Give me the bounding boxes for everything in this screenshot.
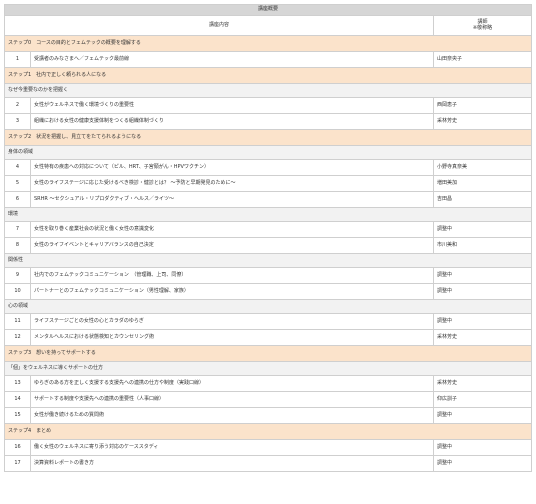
lecture-row: 16 働く女性のウェルネスに寄り添う対応のケーススタディ 調整中 bbox=[4, 439, 533, 456]
lecture-row: 4 女性特有の疾患への対応について（ピル、HRT、子宮頸がん・HPVワクチン） 小野… bbox=[4, 159, 533, 176]
lecture-row: 9 社内でのフェムテックコミュニケーション （管理職、上司、同僚） 調整中 bbox=[4, 267, 533, 284]
lecture-number: 10 bbox=[4, 283, 31, 300]
lecture-row: 12 メンタルヘルスにおける状態検知とカウンセリング術 采林芳史 bbox=[4, 329, 533, 346]
lecture-number: 11 bbox=[4, 313, 31, 330]
lecture-number: 9 bbox=[4, 267, 31, 284]
section-heading: 環境 bbox=[4, 207, 532, 222]
lecture-lecturer: 調整中 bbox=[432, 283, 533, 300]
lecture-lecturer: 吉田昌 bbox=[432, 191, 533, 208]
step-heading: ステップ4 まとめ bbox=[4, 423, 532, 440]
lecture-content: サポートする制度や支援先への連携の重要性（人事口線） bbox=[30, 391, 434, 408]
course-overview: 講座概要 講座内容 講師 ※敬称略 ステップ0 コースの目的とフェムテックの概要… bbox=[4, 4, 533, 472]
lecture-number: 5 bbox=[4, 175, 31, 192]
lecture-number: 15 bbox=[4, 407, 31, 424]
section-row: 関係性 bbox=[4, 253, 532, 268]
lecture-row: 8 女性のライフイベントとキャリアバランスの自己決定 市川美和 bbox=[4, 237, 533, 254]
lecture-content: 働く女性のウェルネスに寄り添う対応のケーススタディ bbox=[30, 439, 434, 456]
lecture-row: 10 パートナーとのフェムテックコミュニケーション（男性理解、家族） 調整中 bbox=[4, 283, 533, 300]
lecture-content: メンタルヘルスにおける状態検知とカウンセリング術 bbox=[30, 329, 434, 346]
lecture-lecturer: 調整中 bbox=[432, 439, 533, 456]
lecture-row: 17 決算資料レポートの書き方 調整中 bbox=[4, 455, 533, 472]
lecture-lecturer: 市川美和 bbox=[432, 237, 533, 254]
lecture-row: 13 ゆらぎのある方を正しく支援する支援先への連携の仕方や制度（実践口線） 采林芳史 bbox=[4, 375, 533, 392]
lecture-content: 決算資料レポートの書き方 bbox=[30, 455, 434, 472]
lecture-lecturer: 采林芳史 bbox=[432, 329, 533, 346]
section-heading: 身体の領域 bbox=[4, 145, 532, 160]
lecture-lecturer: 采林芳史 bbox=[432, 375, 533, 392]
lecture-row: 14 サポートする制度や支援先への連携の重要性（人事口線） 仰広訓子 bbox=[4, 391, 533, 408]
lecture-number: 13 bbox=[4, 375, 31, 392]
lecture-number: 1 bbox=[4, 51, 31, 68]
section-row: 環境 bbox=[4, 207, 532, 222]
lecturer-header-note: ※敬称略 bbox=[472, 24, 493, 31]
section-heading: 「個」をウェルネスに導くサポートの仕方 bbox=[4, 361, 532, 376]
lecture-row: 3 組織における女性の健康支援体制をつくる組織体制づくり 采林芳史 bbox=[4, 113, 533, 130]
lecture-row: 7 女性を取り巻く産業社会の状況と働く女性の意識変化 調整中 bbox=[4, 221, 533, 238]
lecture-number: 3 bbox=[4, 113, 31, 130]
lecture-row: 15 女性が働き続けるための質問術 調整中 bbox=[4, 407, 533, 424]
table-body: ステップ0 コースの目的とフェムテックの概要を理解する 1 受講者のみなさまへ／フェ… bbox=[4, 35, 533, 472]
lecture-row: 1 受講者のみなさまへ／フェムテック最前線 山田奈央子 bbox=[4, 51, 533, 68]
lecture-content: ライフステージごとの女性の心とカラダのゆらぎ bbox=[30, 313, 434, 330]
lecture-lecturer: 調整中 bbox=[432, 313, 533, 330]
step-heading: ステップ3 想いを持ってサポートする bbox=[4, 345, 532, 362]
table-title: 講座概要 bbox=[4, 4, 532, 16]
column-header-content: 講座内容 bbox=[4, 15, 434, 36]
lecture-number: 12 bbox=[4, 329, 31, 346]
course-table: 講座概要 講座内容 講師 ※敬称略 ステップ0 コースの目的とフェムテックの概要… bbox=[4, 4, 533, 472]
step-heading: ステップ2 状況を把握し、見立てをたてられるようになる bbox=[4, 129, 532, 146]
lecture-lecturer: 西岡恵子 bbox=[432, 97, 533, 114]
step-row: ステップ4 まとめ bbox=[4, 423, 532, 440]
lecture-lecturer: 調整中 bbox=[432, 455, 533, 472]
lecture-content: 女性のライフイベントとキャリアバランスの自己決定 bbox=[30, 237, 434, 254]
lecture-lecturer: 増田美加 bbox=[432, 175, 533, 192]
step-row: ステップ1 社内で正しく頼られる人になる bbox=[4, 67, 532, 84]
lecture-content: パートナーとのフェムテックコミュニケーション（男性理解、家族） bbox=[30, 283, 434, 300]
lecture-number: 16 bbox=[4, 439, 31, 456]
column-header-lecturer: 講師 ※敬称略 bbox=[432, 15, 533, 36]
lecture-number: 14 bbox=[4, 391, 31, 408]
lecture-row: 6 SRHR ～セクシュアル・リプロダクティブ・ヘルス／ライツ～ 吉田昌 bbox=[4, 191, 533, 208]
section-row: 身体の領域 bbox=[4, 145, 532, 160]
lecture-number: 8 bbox=[4, 237, 31, 254]
lecture-lecturer: 小野寺真奈美 bbox=[432, 159, 533, 176]
lecture-content: SRHR ～セクシュアル・リプロダクティブ・ヘルス／ライツ～ bbox=[30, 191, 434, 208]
lecture-content: 女性がウェルネスで働く環境づくりの重要性 bbox=[30, 97, 434, 114]
lecture-number: 2 bbox=[4, 97, 31, 114]
lecture-number: 6 bbox=[4, 191, 31, 208]
section-heading: 心の領域 bbox=[4, 299, 532, 314]
lecture-lecturer: 調整中 bbox=[432, 407, 533, 424]
section-row: 「個」をウェルネスに導くサポートの仕方 bbox=[4, 361, 532, 376]
step-row: ステップ0 コースの目的とフェムテックの概要を理解する bbox=[4, 35, 532, 52]
lecture-number: 17 bbox=[4, 455, 31, 472]
lecture-number: 4 bbox=[4, 159, 31, 176]
lecture-lecturer: 山田奈央子 bbox=[432, 51, 533, 68]
section-heading: なぜ今重要なのかを把握く bbox=[4, 83, 532, 98]
lecture-content: 組織における女性の健康支援体制をつくる組織体制づくり bbox=[30, 113, 434, 130]
lecture-content: 女性が働き続けるための質問術 bbox=[30, 407, 434, 424]
lecture-content: ゆらぎのある方を正しく支援する支援先への連携の仕方や制度（実践口線） bbox=[30, 375, 434, 392]
step-row: ステップ3 想いを持ってサポートする bbox=[4, 345, 532, 362]
lecture-lecturer: 調整中 bbox=[432, 267, 533, 284]
lecture-lecturer: 仰広訓子 bbox=[432, 391, 533, 408]
section-row: 心の領域 bbox=[4, 299, 532, 314]
section-heading: 関係性 bbox=[4, 253, 532, 268]
step-row: ステップ2 状況を把握し、見立てをたてられるようになる bbox=[4, 129, 532, 146]
lecture-content: 社内でのフェムテックコミュニケーション （管理職、上司、同僚） bbox=[30, 267, 434, 284]
lecture-row: 2 女性がウェルネスで働く環境づくりの重要性 西岡恵子 bbox=[4, 97, 533, 114]
lecture-content: 受講者のみなさまへ／フェムテック最前線 bbox=[30, 51, 434, 68]
lecture-content: 女性のライフステージに応じた受けるべき検診・健診とは？ ～予防と早期発見のために… bbox=[30, 175, 434, 192]
lecture-number: 7 bbox=[4, 221, 31, 238]
lecture-content: 女性を取り巻く産業社会の状況と働く女性の意識変化 bbox=[30, 221, 434, 238]
lecture-content: 女性特有の疾患への対応について（ピル、HRT、子宮頸がん・HPVワクチン） bbox=[30, 159, 434, 176]
lecture-row: 5 女性のライフステージに応じた受けるべき検診・健診とは？ ～予防と早期発見のため… bbox=[4, 175, 533, 192]
lecture-row: 11 ライフステージごとの女性の心とカラダのゆらぎ 調整中 bbox=[4, 313, 533, 330]
step-heading: ステップ1 社内で正しく頼られる人になる bbox=[4, 67, 532, 84]
section-row: なぜ今重要なのかを把握く bbox=[4, 83, 532, 98]
lecture-lecturer: 調整中 bbox=[432, 221, 533, 238]
lecture-lecturer: 采林芳史 bbox=[432, 113, 533, 130]
step-heading: ステップ0 コースの目的とフェムテックの概要を理解する bbox=[4, 35, 532, 52]
